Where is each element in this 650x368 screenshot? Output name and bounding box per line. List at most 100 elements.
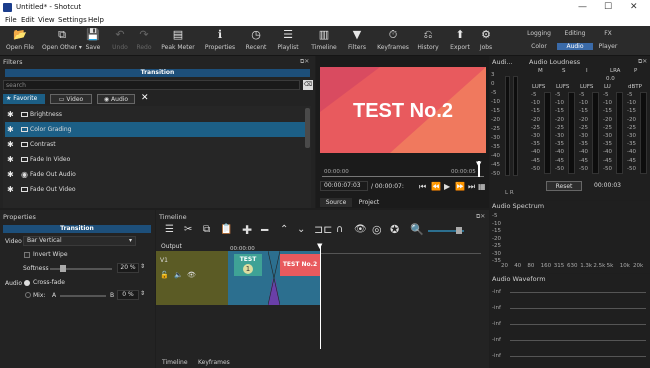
- workspace-audio[interactable]: Audio: [557, 43, 593, 50]
- play-icon[interactable]: ▶: [444, 182, 450, 191]
- workspace-fx[interactable]: FX: [590, 30, 626, 37]
- menu-edit[interactable]: Edit: [21, 16, 35, 24]
- append-icon[interactable]: ✚: [242, 223, 252, 237]
- tab-timeline[interactable]: Timeline: [162, 359, 188, 366]
- close-filters-icon[interactable]: ✕: [141, 93, 149, 103]
- timeline-clip-1[interactable]: TEST 1: [228, 251, 268, 305]
- workspace-color[interactable]: Color: [521, 43, 557, 50]
- overwrite-icon[interactable]: ⌄: [297, 224, 305, 235]
- mix-spinner-icon[interactable]: ⇕: [140, 290, 145, 297]
- lift-icon[interactable]: ⌃: [280, 224, 288, 235]
- level-tick: -15: [491, 108, 500, 114]
- jobs-button[interactable]: ⚙ Jobs: [466, 28, 506, 51]
- video-preview[interactable]: TEST No.2: [320, 67, 486, 153]
- scrub-icon[interactable]: 👁: [354, 224, 367, 235]
- timeline-playhead[interactable]: [320, 246, 321, 349]
- tab-keyframes[interactable]: Keyframes: [198, 359, 230, 366]
- mix-field[interactable]: 0 %: [117, 290, 139, 300]
- playlist-button[interactable]: ☰ Playlist: [268, 28, 308, 51]
- spectrum-y-tick: -5: [492, 213, 498, 219]
- keyframes-button[interactable]: ⏱ Keyframes: [373, 28, 413, 51]
- snap-icon[interactable]: ∩: [336, 224, 343, 235]
- softness-field[interactable]: 20 %: [117, 263, 139, 273]
- menu-settings[interactable]: Settings: [58, 16, 87, 24]
- clear-search-icon[interactable]: ⌫: [303, 80, 313, 90]
- transition-clip[interactable]: [267, 250, 281, 306]
- timeline-menu-icon[interactable]: ☰: [165, 224, 174, 235]
- lock-icon[interactable]: 🔓: [160, 271, 169, 279]
- maximize-button[interactable]: ☐: [604, 2, 612, 12]
- scrubber-track[interactable]: [322, 176, 484, 177]
- filter-item-fade-out-audio[interactable]: ✱ ◉ Fade Out Audio: [5, 167, 305, 182]
- audio-label: Audio: [5, 280, 23, 287]
- filter-item-brightness[interactable]: ✱ Brightness: [5, 107, 305, 122]
- remove-icon[interactable]: ━: [261, 223, 268, 237]
- ripple-icon[interactable]: ◎: [372, 223, 382, 236]
- filter-search-input[interactable]: search: [3, 80, 300, 90]
- invert-wipe-checkbox[interactable]: [24, 252, 30, 258]
- filter-list-scrollbar[interactable]: [305, 108, 310, 148]
- menu-help[interactable]: Help: [88, 16, 104, 24]
- spectrum-y-tick: -30: [492, 250, 501, 257]
- zoom-slider-handle[interactable]: [456, 227, 462, 234]
- tab-audio[interactable]: ◉ Audio: [97, 94, 135, 104]
- spectrum-x-tick: 80: [527, 263, 535, 269]
- softness-spinner-icon[interactable]: ⇕: [140, 263, 145, 270]
- split-icon[interactable]: ⊐⊏: [314, 223, 332, 236]
- workspace-player[interactable]: Player: [590, 43, 626, 50]
- crossfade-radio[interactable]: [24, 280, 30, 286]
- filters-button[interactable]: ▼ Filters: [337, 28, 377, 51]
- skip-to-end-icon[interactable]: ⏭: [468, 182, 475, 192]
- waveform-line: [510, 324, 646, 325]
- mix-slider[interactable]: [60, 295, 106, 297]
- loudness-tick: -25: [555, 124, 564, 131]
- minimize-button[interactable]: —: [578, 2, 587, 12]
- loudness-tick: -20: [531, 116, 540, 123]
- workspace-logging[interactable]: Logging: [521, 30, 557, 37]
- filter-item-fade-in-video[interactable]: ✱ Fade In Video: [5, 152, 305, 167]
- filter-item-fade-out-video[interactable]: ✱ Fade Out Video: [5, 182, 305, 197]
- audio-levels-title: Audi...: [492, 58, 513, 66]
- close-button[interactable]: ✕: [630, 2, 638, 12]
- reset-button[interactable]: Reset: [546, 181, 582, 191]
- crossfade-label: Cross-fade: [33, 279, 65, 286]
- monitor-icon: [21, 187, 28, 192]
- filters-header: Transition: [5, 69, 310, 77]
- grid-icon[interactable]: ▦: [478, 182, 486, 191]
- zoom-out-icon[interactable]: 🔍: [410, 223, 424, 236]
- clip-1-badge: 1: [243, 264, 253, 274]
- panel-float-icon[interactable]: ⧉✕: [300, 58, 309, 66]
- tab-video[interactable]: ▭ Video: [50, 94, 92, 104]
- open-file-button[interactable]: 📂 Open File: [0, 28, 40, 51]
- panel-float-icon[interactable]: ⧉✕: [638, 58, 647, 66]
- properties-button[interactable]: ℹ Properties: [200, 28, 240, 51]
- skip-to-start-icon[interactable]: ⏮: [419, 182, 426, 192]
- properties-panel: Properties Transition Video Bar Vertical…: [0, 210, 155, 368]
- panel-float-icon[interactable]: ⧉✕: [476, 213, 485, 221]
- tab-source[interactable]: Source: [320, 198, 352, 207]
- paste-icon[interactable]: 📋: [220, 224, 232, 235]
- current-timecode-field[interactable]: 00:00:07:03: [320, 181, 368, 191]
- filter-item-color-grading[interactable]: ✱ Color Grading: [5, 122, 305, 137]
- mute-icon[interactable]: 🔈: [174, 271, 183, 279]
- filter-item-contrast[interactable]: ✱ Contrast: [5, 137, 305, 152]
- ripple-all-icon[interactable]: ✪: [390, 223, 399, 236]
- copy-icon[interactable]: ⧉: [203, 224, 210, 235]
- track-header-v1[interactable]: V1 🔓 🔈 👁: [156, 251, 228, 305]
- rewind-icon[interactable]: ⏪: [431, 182, 441, 191]
- cut-icon[interactable]: ✂: [184, 224, 192, 235]
- spectrum-x-tick: 10k: [619, 263, 630, 269]
- menu-view[interactable]: View: [38, 16, 55, 24]
- softness-slider-handle[interactable]: [60, 265, 66, 272]
- eye-icon[interactable]: 👁: [187, 271, 196, 279]
- fast-forward-icon[interactable]: ⏩: [455, 182, 465, 191]
- workspace-editing[interactable]: Editing: [557, 30, 593, 37]
- tab-favorite[interactable]: ★ Favorite: [3, 94, 45, 104]
- mix-radio[interactable]: [25, 292, 31, 298]
- tab-project[interactable]: Project: [353, 198, 385, 207]
- peak-meter-button[interactable]: ▤ Peak Meter: [158, 28, 198, 51]
- menu-file[interactable]: File: [5, 16, 17, 24]
- video-transition-select[interactable]: Bar Vertical ▾: [23, 236, 136, 246]
- loudness-tick: -35: [627, 141, 636, 148]
- timeline-clip-2[interactable]: TEST No.2: [280, 251, 320, 305]
